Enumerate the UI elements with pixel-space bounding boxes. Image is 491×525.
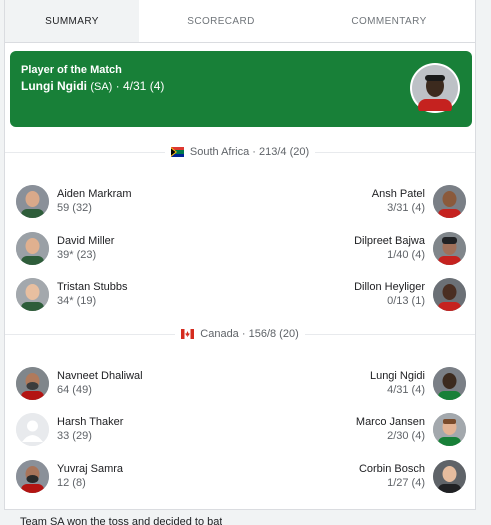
player-stat: 33 (29) bbox=[57, 430, 92, 442]
player-avatar bbox=[433, 459, 466, 493]
player-photo-icon bbox=[433, 412, 466, 446]
player-avatar bbox=[16, 412, 49, 446]
player-photo-icon bbox=[16, 231, 49, 265]
player-photo-icon bbox=[16, 366, 49, 400]
player-name: Lungi Ngidi bbox=[369, 370, 425, 382]
player-photo-icon bbox=[16, 184, 49, 218]
player-stat: 1/27 (4) bbox=[387, 477, 425, 489]
player-photo-icon bbox=[433, 277, 466, 311]
player-stat: 2/30 (4) bbox=[387, 430, 425, 442]
player-row: David Miller 39* (23) Dilpreet Bajwa 1/40 … bbox=[5, 231, 475, 265]
tab-summary[interactable]: SUMMARY bbox=[5, 0, 139, 42]
player-stat: 0/13 (1) bbox=[387, 295, 425, 307]
player-name: David Miller bbox=[57, 235, 115, 247]
innings-score: · 213/4 (20) bbox=[252, 146, 310, 158]
bowler-entry[interactable]: Dilpreet Bajwa 1/40 (4) bbox=[354, 231, 466, 265]
player-name: Ansh Patel bbox=[371, 188, 425, 200]
bowler-entry[interactable]: Dillon Heyliger 0/13 (1) bbox=[354, 277, 466, 311]
potm-detail: Lungi Ngidi (SA) · 4/31 (4) bbox=[21, 78, 461, 95]
player-avatar bbox=[16, 459, 49, 493]
player-row: Harsh Thaker 33 (29) Marco Jansen 2/30 (4) bbox=[5, 412, 475, 446]
match-summary-card: SUMMARY SCORECARD COMMENTARY Player of t… bbox=[4, 0, 476, 510]
player-row: Yuvraj Samra 12 (8) Corbin Bosch 1/27 (4) bbox=[5, 459, 475, 493]
batter-entry[interactable]: Tristan Stubbs 34* (19) bbox=[16, 277, 128, 311]
player-photo-icon bbox=[412, 65, 458, 115]
tab-bar: SUMMARY SCORECARD COMMENTARY bbox=[5, 0, 475, 43]
player-row: Navneet Dhaliwal 64 (49) Lungi Ngidi 4/31 … bbox=[5, 366, 475, 400]
player-stat: 59 (32) bbox=[57, 202, 92, 214]
player-avatar bbox=[433, 412, 466, 446]
player-name: Harsh Thaker bbox=[57, 416, 124, 428]
south-africa-flag-icon bbox=[170, 147, 184, 157]
potm-team: (SA) bbox=[90, 81, 113, 93]
canada-flag-icon bbox=[181, 329, 195, 339]
tab-scorecard[interactable]: SCORECARD bbox=[139, 0, 303, 42]
player-avatar bbox=[16, 231, 49, 265]
innings-team-name: Canada bbox=[200, 328, 239, 340]
player-name: Corbin Bosch bbox=[358, 463, 425, 475]
player-name: Marco Jansen bbox=[355, 416, 425, 428]
bowler-entry[interactable]: Lungi Ngidi 4/31 (4) bbox=[370, 366, 466, 400]
potm-avatar bbox=[410, 63, 460, 115]
potm-title: Player of the Match bbox=[21, 64, 122, 76]
batter-entry[interactable]: Harsh Thaker 33 (29) bbox=[16, 412, 123, 446]
default-person-icon bbox=[16, 412, 49, 446]
player-name: Tristan Stubbs bbox=[57, 281, 128, 293]
batter-entry[interactable]: David Miller 39* (23) bbox=[16, 231, 114, 265]
player-avatar bbox=[16, 184, 49, 218]
player-photo-icon bbox=[433, 231, 466, 265]
batter-entry[interactable]: Aiden Markram 59 (32) bbox=[16, 184, 132, 218]
player-avatar bbox=[433, 184, 466, 218]
player-avatar bbox=[433, 231, 466, 265]
potm-name: Lungi Ngidi bbox=[21, 79, 87, 93]
player-stat: 4/31 (4) bbox=[387, 384, 425, 396]
innings-header-south-africa: South Africa · 213/4 (20) bbox=[5, 146, 475, 158]
player-stat: 1/40 (4) bbox=[387, 249, 425, 261]
bowler-entry[interactable]: Ansh Patel 3/31 (4) bbox=[372, 184, 466, 218]
player-stat: 39* (23) bbox=[57, 249, 97, 261]
innings-team-name: South Africa bbox=[189, 146, 250, 158]
innings-header-canada: Canada · 156/8 (20) bbox=[5, 328, 475, 340]
player-photo-icon bbox=[433, 366, 466, 400]
player-name: Navneet Dhaliwal bbox=[57, 370, 143, 382]
player-photo-icon bbox=[16, 459, 49, 493]
bowler-entry[interactable]: Corbin Bosch 1/27 (4) bbox=[359, 459, 466, 493]
player-avatar bbox=[16, 366, 49, 400]
player-name: Aiden Markram bbox=[57, 188, 132, 200]
player-name: Dillon Heyliger bbox=[354, 281, 425, 293]
player-avatar bbox=[16, 277, 49, 311]
player-row: Tristan Stubbs 34* (19) Dillon Heyliger 0/… bbox=[5, 277, 475, 311]
potm-figures: · 4/31 (4) bbox=[115, 79, 165, 93]
player-photo-icon bbox=[433, 459, 466, 493]
tab-commentary[interactable]: COMMENTARY bbox=[303, 0, 475, 42]
player-photo-icon bbox=[16, 277, 49, 311]
player-avatar bbox=[433, 366, 466, 400]
player-avatar bbox=[433, 277, 466, 311]
player-stat: 12 (8) bbox=[57, 477, 86, 489]
player-row: Aiden Markram 59 (32) Ansh Patel 3/31 (4) bbox=[5, 184, 475, 218]
player-stat: 3/31 (4) bbox=[387, 202, 425, 214]
batter-entry[interactable]: Navneet Dhaliwal 64 (49) bbox=[16, 366, 143, 400]
player-stat: 64 (49) bbox=[57, 384, 92, 396]
match-note: Team SA won the toss and decided to bat bbox=[20, 516, 223, 525]
player-stat: 34* (19) bbox=[57, 295, 97, 307]
player-of-the-match-banner[interactable]: Player of the Match Lungi Ngidi (SA) · 4… bbox=[10, 51, 472, 127]
player-name: Yuvraj Samra bbox=[57, 463, 124, 475]
player-photo-icon bbox=[433, 184, 466, 218]
innings-score: · 156/8 (20) bbox=[241, 328, 299, 340]
bowler-entry[interactable]: Marco Jansen 2/30 (4) bbox=[356, 412, 466, 446]
player-name: Dilpreet Bajwa bbox=[354, 235, 425, 247]
batter-entry[interactable]: Yuvraj Samra 12 (8) bbox=[16, 459, 123, 493]
